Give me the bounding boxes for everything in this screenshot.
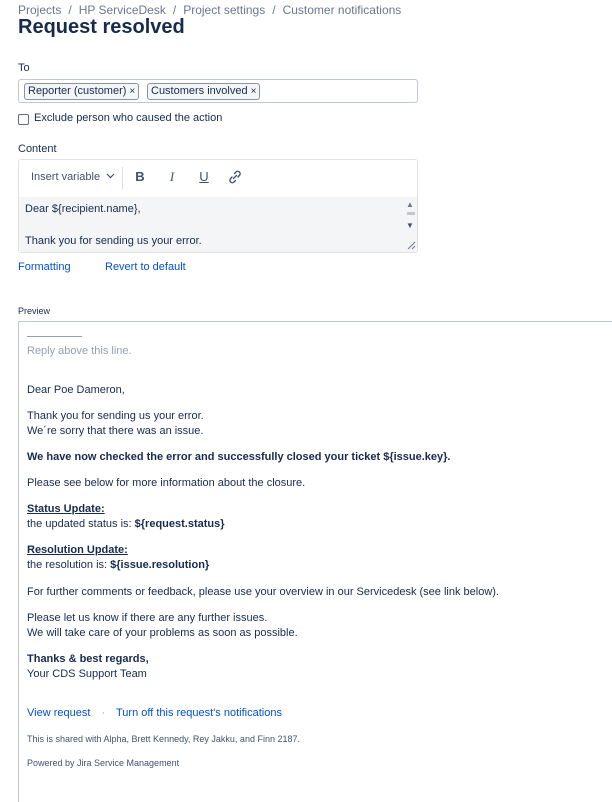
recipient-chip-label: Customers involved (151, 85, 248, 97)
content-line: Thank you for sending us your error. (25, 235, 202, 247)
breadcrumb: Projects / HP ServiceDesk / Project settings… (18, 3, 401, 17)
bold-button[interactable]: B (133, 169, 147, 184)
recipient-chip-label: Reporter (customer) (28, 85, 127, 97)
breadcrumb-project-settings[interactable]: Project settings (183, 3, 265, 17)
revert-to-default-link[interactable]: Revert to default (105, 261, 186, 273)
preview-text: We will take care of your problems as so… (27, 627, 298, 639)
footer-dot: · (101, 707, 106, 719)
exclude-person-checkbox[interactable] (18, 114, 29, 125)
italic-button[interactable]: I (165, 169, 179, 185)
preview-regards: Thanks & best regards, (27, 653, 149, 665)
editor-scrollbar[interactable]: ▲ ▼ (405, 197, 417, 252)
breadcrumb-projects[interactable]: Projects (18, 3, 61, 17)
recipient-chip-customers-involved: Customers involved × (147, 83, 261, 100)
breadcrumb-separator: / (68, 3, 72, 17)
content-label: Content (18, 143, 57, 155)
preview-text: Please let us know if there are any furt… (27, 612, 268, 624)
status-variable: ${request.status} (134, 518, 225, 530)
breadcrumb-separator: / (272, 3, 276, 17)
turn-off-notifications-link[interactable]: Turn off this request's notifications (116, 707, 282, 719)
resolution-heading: Resolution Update: (27, 544, 128, 556)
resolution-line: the resolution is: ${issue.resolution} (27, 559, 209, 571)
preview-footer-links: View request · Turn off this request's n… (27, 707, 282, 719)
insert-variable-label: Insert variable (31, 171, 101, 183)
underline-button[interactable]: U (197, 169, 211, 184)
link-icon (229, 170, 241, 184)
breadcrumb-separator: / (172, 3, 177, 17)
preview-closed-text: We have now checked the error and succes… (27, 451, 451, 463)
scroll-up-icon[interactable]: ▲ (406, 200, 414, 209)
preview-greeting: Dear Poe Dameron, (27, 384, 125, 396)
preview-label: Preview (18, 306, 51, 316)
close-icon[interactable]: × (129, 86, 135, 97)
status-line: the updated status is: ${request.status} (27, 518, 225, 530)
resolution-text: the resolution is: (27, 559, 111, 571)
preview-text: Thank you for sending us your error. (27, 410, 204, 422)
content-textarea[interactable]: Dear ${recipient.name}, Thank you for se… (19, 197, 405, 252)
status-text: the updated status is: (27, 518, 135, 530)
breadcrumb-hp-servicedesk[interactable]: HP ServiceDesk (79, 3, 166, 17)
preview-text: For further comments or feedback, please… (27, 586, 499, 598)
to-recipients-field[interactable]: Reporter (customer) × Customers involved × (18, 79, 418, 103)
preview-text: Please see below for more information ab… (27, 477, 306, 489)
preview-text: We´re sorry that there was an issue. (27, 425, 204, 437)
content-line: Dear ${recipient.name}, (25, 203, 141, 215)
recipient-chip-reporter: Reporter (customer) × (24, 83, 140, 100)
reply-above-line: Reply above this line. (27, 345, 132, 357)
chevron-down-icon (106, 173, 115, 179)
insert-variable-dropdown[interactable]: Insert variable (31, 171, 115, 183)
close-icon[interactable]: × (251, 86, 257, 97)
preview-panel: Reply above this line. Dear Poe Dameron,… (18, 321, 612, 802)
editor-toolbar: Insert variable B I U (19, 160, 417, 197)
scroll-down-icon[interactable]: ▼ (406, 221, 414, 230)
to-label: To (18, 62, 30, 74)
resolution-variable: ${issue.resolution} (110, 559, 210, 571)
formatting-link[interactable]: Formatting (18, 261, 71, 273)
link-button[interactable] (228, 170, 242, 187)
toolbar-divider (122, 167, 123, 189)
resize-grip-icon[interactable] (407, 241, 416, 250)
view-request-link[interactable]: View request (27, 707, 90, 719)
shared-with-text: This is shared with Alpha, Brett Kennedy… (27, 734, 300, 744)
status-heading: Status Update: (27, 503, 105, 515)
page-title: Request resolved (18, 16, 185, 38)
scrollbar-thumb[interactable] (407, 212, 415, 215)
breadcrumb-customer-notifications[interactable]: Customer notifications (283, 3, 402, 17)
reply-divider (27, 336, 82, 337)
preview-team: Your CDS Support Team (27, 668, 147, 680)
exclude-person-label: Exclude person who caused the action (34, 112, 223, 124)
content-editor: Insert variable B I U Dear ${recipient.n… (18, 159, 418, 253)
powered-by-text: Powered by Jira Service Management (27, 758, 180, 768)
